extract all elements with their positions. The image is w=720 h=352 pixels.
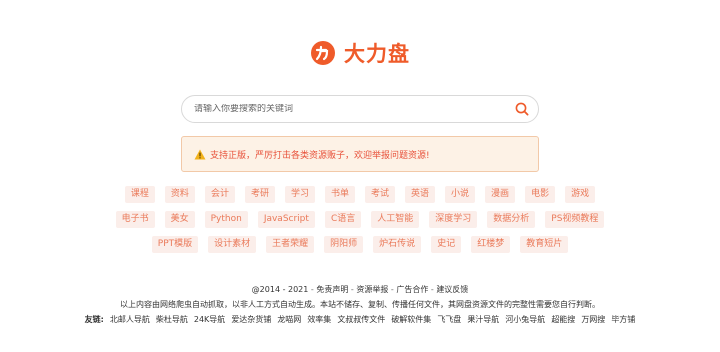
tag-item[interactable]: 资料	[164, 186, 195, 203]
tag-item[interactable]: 王者荣耀	[266, 236, 315, 253]
footer: @2014 - 2021 - 免责声明 - 资源举报 - 广告合作 - 建议反馈…	[0, 282, 720, 327]
tag-item[interactable]: Python	[204, 211, 248, 228]
feedback-link[interactable]: 建议反馈	[436, 285, 468, 294]
friends-label: 友链:	[84, 315, 104, 324]
brand-logo[interactable]: 大力盘	[0, 38, 720, 68]
tag-item[interactable]: 考试	[365, 186, 396, 203]
tag-item[interactable]: 学习	[284, 186, 315, 203]
friend-link[interactable]: 柴杜导航	[156, 312, 188, 327]
dali-logo-icon	[311, 41, 335, 65]
notice-banner: 支持正版，严厉打击各类资源贩子，欢迎举报问题资源!	[181, 136, 539, 172]
tag-item[interactable]: PS视频教程	[545, 211, 605, 228]
tag-item[interactable]: 漫画	[485, 186, 516, 203]
friend-link[interactable]: 龙喵网	[277, 312, 301, 327]
disclaimer-text: 以上内容由网络爬虫自动抓取，以非人工方式自动生成。本站不储存、复制、传播任何文件…	[120, 300, 600, 309]
friend-links: 友链: 北邮人导航 柴杜导航 24K导航 爱达杂货铺 龙喵网 效率集 文叔叔传文…	[0, 312, 720, 327]
search-button[interactable]	[514, 101, 530, 117]
tag-row: 课程 资料 会计 考研 学习 书单 考试 英语 小说 漫画 电影 游戏	[100, 186, 620, 203]
notice-text: 支持正版，严厉打击各类资源贩子，欢迎举报问题资源!	[210, 150, 430, 161]
friend-link[interactable]: 超能搜	[551, 312, 575, 327]
tag-item[interactable]: 深度学习	[429, 211, 478, 228]
tag-row: 电子书 美女 Python JavaScript C语言 人工智能 深度学习 数…	[100, 211, 620, 228]
friend-link[interactable]: 飞飞盘	[437, 312, 461, 327]
disclaimer-link[interactable]: 免责声明	[316, 285, 348, 294]
friend-link[interactable]: 毕方铺	[611, 312, 635, 327]
friend-link[interactable]: 24K导航	[194, 312, 225, 327]
tag-item[interactable]: 电子书	[115, 211, 155, 228]
footer-links-line: @2014 - 2021 - 免责声明 - 资源举报 - 广告合作 - 建议反馈	[0, 282, 720, 297]
search-icon	[515, 102, 529, 116]
hot-tags: 课程 资料 会计 考研 学习 书单 考试 英语 小说 漫画 电影 游戏 电子书 …	[100, 186, 620, 261]
tag-item[interactable]: 数据分析	[487, 211, 536, 228]
friend-link[interactable]: 爱达杂货铺	[231, 312, 271, 327]
tag-item[interactable]: 炉石传说	[373, 236, 422, 253]
friend-link[interactable]: 北邮人导航	[110, 312, 150, 327]
friend-link[interactable]: 效率集	[307, 312, 331, 327]
tag-item[interactable]: 人工智能	[371, 211, 420, 228]
warning-icon	[194, 149, 206, 159]
tag-item[interactable]: PPT模版	[151, 236, 199, 253]
tag-item[interactable]: 小说	[445, 186, 476, 203]
friend-link[interactable]: 河小兔导航	[505, 312, 545, 327]
tag-item[interactable]: 书单	[324, 186, 355, 203]
tag-item[interactable]: 史记	[431, 236, 462, 253]
friend-link[interactable]: 果汁导航	[467, 312, 499, 327]
tag-item[interactable]: 美女	[164, 211, 195, 228]
tag-item[interactable]: 设计素材	[208, 236, 257, 253]
tag-item[interactable]: 阴阳师	[324, 236, 364, 253]
search-input[interactable]	[194, 104, 514, 114]
tag-item[interactable]: JavaScript	[257, 211, 315, 228]
tag-row: PPT模版 设计素材 王者荣耀 阴阳师 炉石传说 史记 红楼梦 教育短片	[100, 236, 620, 253]
tag-item[interactable]: 游戏	[565, 186, 596, 203]
friend-link[interactable]: 破解软件集	[391, 312, 431, 327]
tag-item[interactable]: 考研	[244, 186, 275, 203]
report-link[interactable]: 资源举报	[356, 285, 388, 294]
tag-item[interactable]: 教育短片	[520, 236, 569, 253]
tag-item[interactable]: 课程	[124, 186, 155, 203]
tag-item[interactable]: 英语	[405, 186, 436, 203]
tag-item[interactable]: 红楼梦	[471, 236, 511, 253]
tag-item[interactable]: 电影	[525, 186, 556, 203]
ad-link[interactable]: 广告合作	[396, 285, 428, 294]
search-bar	[181, 95, 539, 123]
tag-item[interactable]: C语言	[324, 211, 362, 228]
friend-link[interactable]: 文叔叔传文件	[337, 312, 385, 327]
brand-name: 大力盘	[344, 42, 410, 66]
tag-item[interactable]: 会计	[204, 186, 235, 203]
friend-link[interactable]: 万网搜	[581, 312, 605, 327]
copyright: @2014 - 2021	[251, 285, 309, 294]
